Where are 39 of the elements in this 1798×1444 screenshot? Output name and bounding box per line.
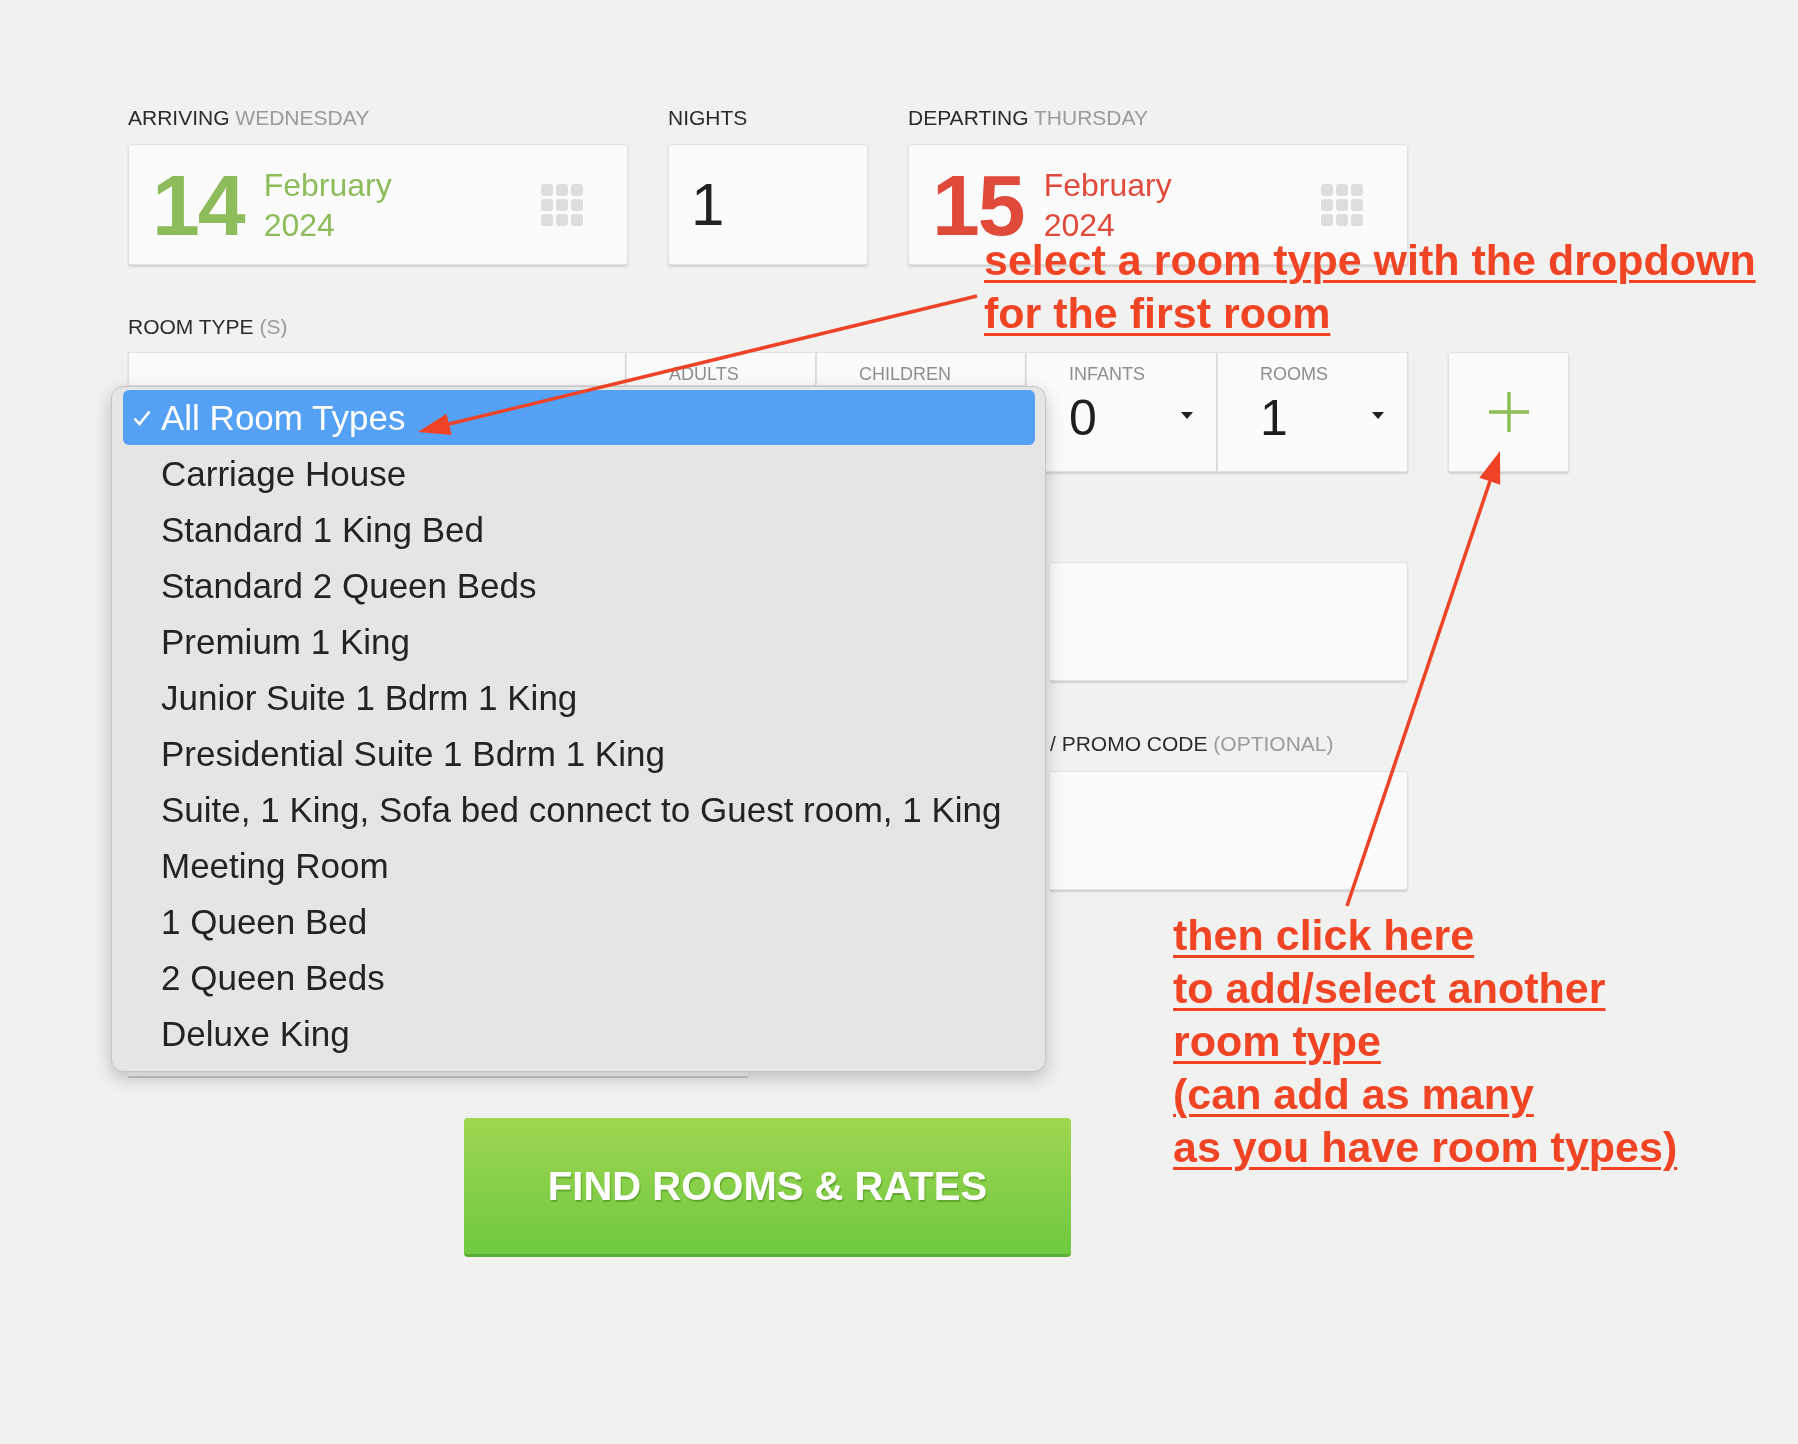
count-select[interactable]: ROOMS 1 <box>1217 352 1408 472</box>
menu-option[interactable]: 1 Queen Bed <box>123 894 1035 949</box>
menu-option[interactable]: Junior Suite 1 Bdrm 1 King <box>123 670 1035 725</box>
room-type-select[interactable] <box>128 352 626 386</box>
month-text: February <box>1043 165 1172 205</box>
nights-field[interactable]: 1 <box>668 144 868 265</box>
annotation-text: then click here to add/select another room type (can add as many as you have room types) <box>1173 910 1678 1173</box>
menu-option[interactable]: 2 Queen Beds <box>123 950 1035 1005</box>
calendar-grid-icon <box>1321 183 1363 226</box>
select-label: INFANTS <box>1069 364 1145 384</box>
field-label: DEPARTING THURSDAY <box>908 105 1148 131</box>
promo-code-field[interactable] <box>1050 771 1408 890</box>
menu-option[interactable]: Standard 1 King Bed <box>123 502 1035 557</box>
day-number: 14 <box>152 161 244 248</box>
menu-option[interactable]: Meeting Room <box>123 838 1035 893</box>
menu-option[interactable]: Premium 1 King <box>123 614 1035 669</box>
month-text: February <box>263 165 392 205</box>
select-label: CHILDREN <box>859 364 952 384</box>
nights-value: 1 <box>691 174 725 235</box>
input-field[interactable] <box>1050 562 1408 681</box>
menu-option[interactable]: Standard 2 Queen Beds <box>123 558 1035 613</box>
plus-icon <box>1488 392 1529 432</box>
year-text: 2024 <box>263 205 336 245</box>
field-label: NIGHTS <box>668 105 748 131</box>
select-value: 0 <box>1069 390 1097 446</box>
select-value: 1 <box>1260 390 1288 446</box>
count-select[interactable]: INFANTS 0 <box>1026 352 1217 472</box>
add-room-button[interactable] <box>1448 352 1569 472</box>
caret-icon <box>1372 411 1384 419</box>
field-label: ROOM TYPE (S) <box>128 314 288 340</box>
menu-option[interactable]: Deluxe King <box>123 1006 1035 1061</box>
menu-option[interactable]: Suite, 1 King, Sofa bed connect to Guest room, 1 King <box>123 782 1035 837</box>
select-label: ROOMS <box>1260 364 1328 384</box>
menu-option[interactable]: Presidential Suite 1 Bdrm 1 King <box>123 726 1035 781</box>
field-label: ARRIVING WEDNESDAY <box>128 105 370 131</box>
check-icon <box>133 409 151 426</box>
calendar-grid-icon <box>541 183 583 226</box>
field-label: / PROMO CODE (OPTIONAL) <box>1050 731 1334 757</box>
caret-icon <box>1181 411 1193 419</box>
